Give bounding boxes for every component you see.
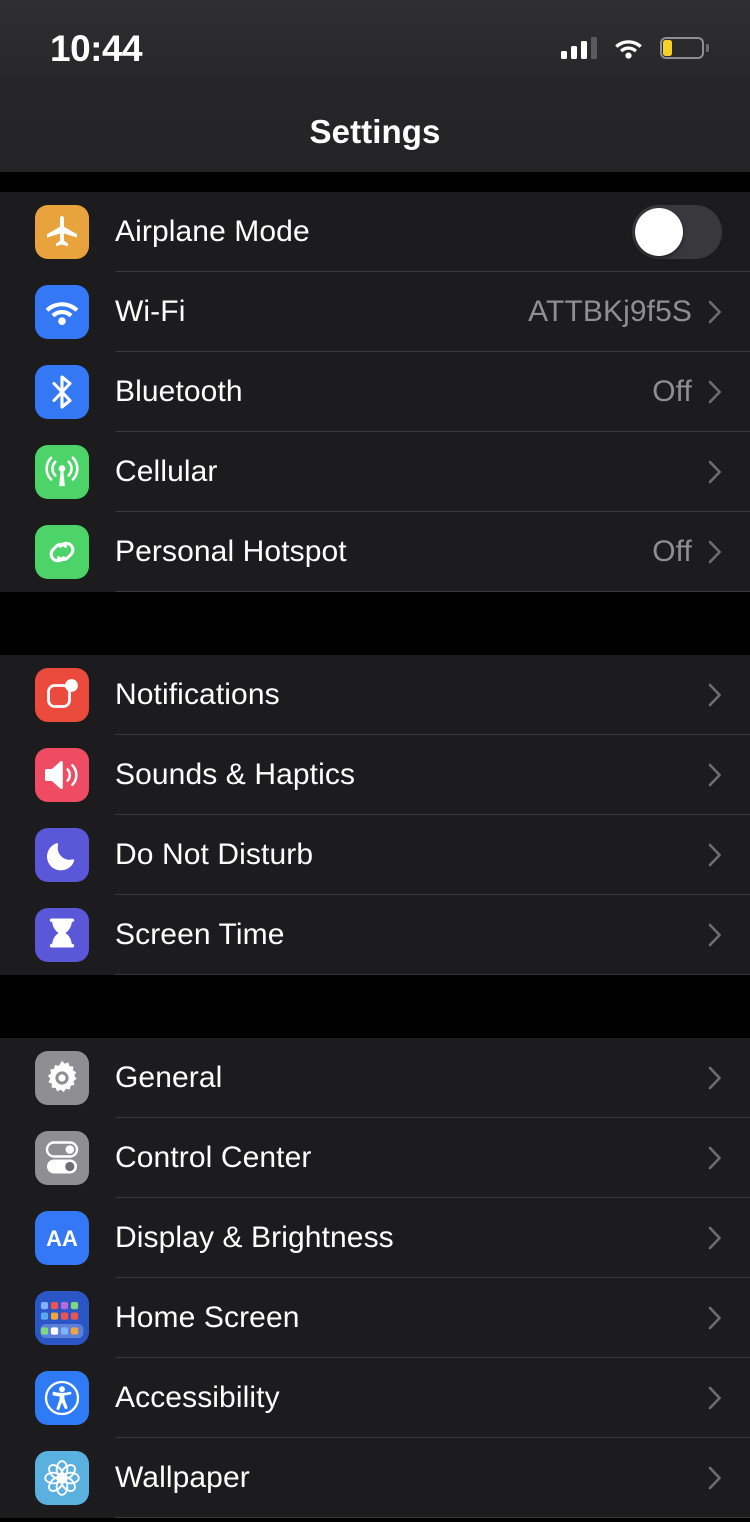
wifi-icon [35, 285, 89, 339]
settings-row-do-not-disturb[interactable]: Do Not Disturb [0, 815, 750, 895]
settings-row-airplane-mode[interactable]: Airplane Mode [0, 192, 750, 272]
settings-row-label: Screen Time [115, 918, 285, 951]
chevron-right-icon [708, 763, 722, 787]
speaker-icon [35, 748, 89, 802]
toggle-knob [635, 208, 683, 256]
chevron-right-icon [708, 1146, 722, 1170]
cellular-signal-icon [561, 37, 597, 59]
settings-row-label: General [115, 1061, 223, 1094]
settings-row-personal-hotspot[interactable]: Personal Hotspot Off [0, 512, 750, 592]
chevron-right-icon [708, 1306, 722, 1330]
display-brightness-aa-icon: AA [35, 1211, 89, 1265]
chevron-right-icon [708, 460, 722, 484]
settings-row-label: Display & Brightness [115, 1221, 394, 1254]
settings-row-value: Off [652, 535, 692, 568]
settings-row-label: Do Not Disturb [115, 838, 314, 871]
home-screen-grid-icon [35, 1291, 89, 1345]
row-separator [115, 591, 750, 592]
settings-group: Notifications Sounds & Haptics Do Not Dist… [0, 655, 750, 975]
moon-icon [35, 828, 89, 882]
chevron-right-icon [708, 1066, 722, 1090]
row-separator [115, 1517, 750, 1518]
status-bar: 10:44 [0, 0, 750, 92]
group-gap [0, 975, 750, 1038]
cellular-antenna-icon [35, 445, 89, 499]
settings-screen: 10:44 Settings Airplane Mode Wi-Fi ATTBK… [0, 0, 750, 1522]
settings-row-value: ATTBKj9f5S [528, 295, 692, 328]
settings-row-label: Sounds & Haptics [115, 758, 356, 791]
settings-row-general[interactable]: General [0, 1038, 750, 1118]
settings-row-wi-fi[interactable]: Wi-Fi ATTBKj9f5S [0, 272, 750, 352]
wifi-icon [614, 37, 643, 59]
chevron-right-icon [708, 1386, 722, 1410]
settings-row-label: Accessibility [115, 1381, 280, 1414]
settings-row-wallpaper[interactable]: Wallpaper [0, 1438, 750, 1518]
settings-row-label: Airplane Mode [115, 215, 310, 248]
control-center-toggles-icon [35, 1131, 89, 1185]
chevron-right-icon [708, 300, 722, 324]
status-bar-time: 10:44 [50, 27, 143, 69]
chevron-right-icon [708, 380, 722, 404]
navigation-bar: Settings [0, 92, 750, 172]
group-gap [0, 592, 750, 655]
bluetooth-icon [35, 365, 89, 419]
settings-row-label: Bluetooth [115, 375, 243, 408]
group-gap [0, 172, 750, 192]
settings-group: General Control Center AA Display & Brightn… [0, 1038, 750, 1518]
settings-row-screen-time[interactable]: Screen Time [0, 895, 750, 975]
settings-row-bluetooth[interactable]: Bluetooth Off [0, 352, 750, 432]
settings-group: Airplane Mode Wi-Fi ATTBKj9f5S Bluetooth Off… [0, 192, 750, 592]
settings-row-cellular[interactable]: Cellular [0, 432, 750, 512]
chevron-right-icon [708, 1226, 722, 1250]
settings-row-label: Notifications [115, 678, 280, 711]
chevron-right-icon [708, 683, 722, 707]
toggle-airplane-mode[interactable] [632, 205, 722, 259]
settings-row-label: Wallpaper [115, 1461, 250, 1494]
notifications-icon [35, 668, 89, 722]
settings-row-accessibility[interactable]: Accessibility [0, 1358, 750, 1438]
settings-row-label: Personal Hotspot [115, 535, 347, 568]
settings-row-label: Control Center [115, 1141, 312, 1174]
status-bar-indicators [561, 33, 709, 59]
gear-icon [35, 1051, 89, 1105]
wallpaper-flower-icon [35, 1451, 89, 1505]
settings-row-label: Home Screen [115, 1301, 300, 1334]
personal-hotspot-icon [35, 525, 89, 579]
settings-list: Airplane Mode Wi-Fi ATTBKj9f5S Bluetooth Off… [0, 192, 750, 1518]
chevron-right-icon [708, 1466, 722, 1490]
accessibility-icon [35, 1371, 89, 1425]
settings-row-label: Cellular [115, 455, 218, 488]
chevron-right-icon [708, 540, 722, 564]
hourglass-icon [35, 908, 89, 962]
settings-row-control-center[interactable]: Control Center [0, 1118, 750, 1198]
settings-row-value: Off [652, 375, 692, 408]
battery-icon [660, 37, 709, 59]
chevron-right-icon [708, 843, 722, 867]
airplane-icon [35, 205, 89, 259]
settings-row-notifications[interactable]: Notifications [0, 655, 750, 735]
settings-row-sounds-haptics[interactable]: Sounds & Haptics [0, 735, 750, 815]
settings-row-label: Wi-Fi [115, 295, 186, 328]
svg-text:AA: AA [46, 1226, 78, 1251]
settings-row-home-screen[interactable]: Home Screen [0, 1278, 750, 1358]
settings-row-display-brightness[interactable]: AA Display & Brightness [0, 1198, 750, 1278]
chevron-right-icon [708, 923, 722, 947]
row-separator [115, 974, 750, 975]
page-title: Settings [309, 113, 441, 150]
